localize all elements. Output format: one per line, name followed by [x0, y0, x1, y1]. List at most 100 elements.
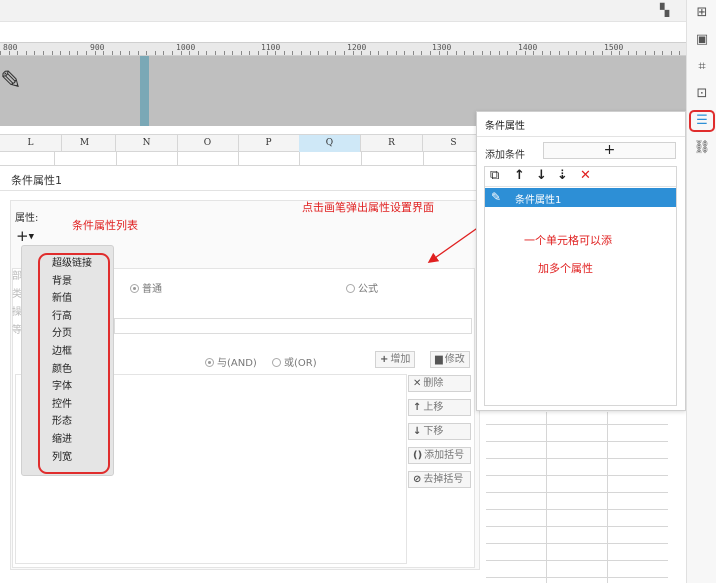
ruler-tick — [610, 51, 612, 55]
pencil-icon[interactable]: ✎ — [491, 190, 501, 204]
menu-item-indent[interactable]: 缩进 — [40, 431, 108, 449]
column-header-selected[interactable]: Q — [299, 135, 361, 152]
radio-dot — [346, 284, 355, 293]
ruler-tick — [60, 51, 62, 55]
ruler-tick — [111, 51, 113, 55]
arrow-up-icon: ↑ — [413, 402, 422, 413]
arrow-up-icon[interactable]: ↑ — [514, 168, 525, 183]
column-header[interactable]: P — [238, 135, 300, 152]
menu-item-new-value[interactable]: 新值 — [40, 290, 108, 308]
annotation-multi-2: 加多个属性 — [538, 262, 593, 275]
ruler-label: 1200 — [347, 43, 367, 52]
menu-item-widget[interactable]: 控件 — [40, 396, 108, 414]
menu-item-page-break[interactable]: 分页 — [40, 325, 108, 343]
ruler-tick — [120, 51, 122, 55]
props-title: 条件属性 — [485, 121, 525, 132]
link-icon[interactable]: ⛓ — [693, 139, 711, 157]
move-down-button[interactable]: ↓ 下移 — [408, 423, 471, 440]
radio-and[interactable]: 与(AND) — [205, 354, 257, 369]
ruler-tick — [679, 51, 681, 55]
cell-attr-icon[interactable]: ⊞ — [693, 4, 711, 22]
column-header[interactable]: L — [0, 135, 62, 152]
ruler-tick — [154, 51, 156, 55]
radio-formula[interactable]: 公式 — [346, 280, 378, 295]
ruler-tick — [550, 51, 552, 55]
arrow-down-icon: ↓ — [413, 426, 422, 437]
column-header[interactable]: R — [361, 135, 423, 152]
grid-row[interactable] — [0, 152, 480, 166]
ruler-tick — [17, 51, 19, 55]
column-header[interactable]: O — [177, 135, 239, 152]
ruler-tick — [602, 51, 603, 55]
ruler-tick — [197, 51, 199, 55]
ruler-tick — [249, 51, 251, 55]
add-attr-button[interactable]: +▼ — [16, 228, 44, 246]
ruler-tick — [335, 51, 337, 55]
button-label: 增加 — [390, 354, 411, 365]
ruler-tick — [266, 51, 268, 55]
delete-icon[interactable]: ✕ — [580, 168, 591, 183]
remove-paren-button[interactable]: ⊘ 去掉括号 — [408, 471, 471, 488]
radio-normal[interactable]: 普通 — [130, 280, 162, 295]
divider — [0, 190, 480, 191]
radio-label: 公式 — [358, 284, 378, 295]
widget-icon[interactable]: ▣ — [693, 31, 711, 49]
value-input[interactable] — [114, 318, 472, 334]
delete-button[interactable]: ✕ 删除 — [408, 375, 471, 392]
menu-item-background[interactable]: 背景 — [40, 273, 108, 291]
ruler-tick — [576, 51, 578, 55]
ruler-tick — [86, 51, 87, 55]
ruler-tick — [68, 51, 70, 55]
ruler-tick — [662, 51, 664, 55]
radio-label: 普通 — [142, 284, 162, 295]
pencil-icon[interactable]: ✎ — [0, 66, 22, 96]
ruler-tick — [430, 51, 431, 55]
element-icon[interactable]: ⊡ — [693, 85, 711, 103]
radio-or[interactable]: 或(OR) — [272, 354, 317, 369]
menu-item-color[interactable]: 颜色 — [40, 361, 108, 379]
move-up-button[interactable]: ↑ 上移 — [408, 399, 471, 416]
props-list-item[interactable]: ✎ 条件属性1 — [485, 188, 676, 207]
menu-item-shape[interactable]: 形态 — [40, 413, 108, 431]
add-condition-button[interactable]: + 增加 — [375, 351, 416, 368]
column-header[interactable]: N — [116, 135, 178, 152]
ruler-tick — [77, 51, 79, 55]
format-painter-icon[interactable]: ▚ — [660, 3, 669, 17]
menu-item-column-width[interactable]: 列宽 — [40, 449, 108, 467]
sort-icon[interactable]: ⇣ — [557, 168, 568, 183]
ruler-tick — [378, 51, 380, 55]
edit-condition-button[interactable]: ▆ 修改 — [430, 351, 470, 368]
ruler-label: 1500 — [604, 43, 624, 52]
ruler-tick — [619, 51, 621, 55]
button-label: 去掉括号 — [423, 474, 464, 485]
ruler-label: 1000 — [176, 43, 196, 52]
ruler-tick — [627, 51, 629, 55]
ruler-tick — [283, 51, 285, 55]
top-toolbar — [0, 0, 686, 22]
frame-icon[interactable]: ⌗ — [693, 58, 711, 76]
button-label: 下移 — [423, 426, 444, 437]
column-header[interactable]: M — [54, 135, 116, 152]
column-marker — [140, 56, 149, 126]
attr-dropdown-menu: 超级链接 背景 新值 行高 分页 边框 颜色 字体 控件 形态 缩进 列宽 — [21, 245, 114, 476]
add-condition-plus-button[interactable]: + — [543, 142, 676, 159]
ruler-tick — [369, 51, 371, 55]
arrow-down-icon[interactable]: ↓ — [536, 168, 547, 183]
menu-item-border[interactable]: 边框 — [40, 343, 108, 361]
sheet-grid[interactable] — [486, 412, 668, 583]
menu-item-font[interactable]: 字体 — [40, 378, 108, 396]
menu-item-row-height[interactable]: 行高 — [40, 308, 108, 326]
add-condition-label: 添加条件 — [485, 150, 525, 161]
ruler-tick — [318, 51, 320, 55]
ruler-tick — [51, 51, 53, 55]
close-icon: ✕ — [413, 378, 422, 389]
add-paren-button[interactable]: () 添加括号 — [408, 447, 471, 464]
ruler-tick — [172, 51, 173, 55]
ruler-tick — [412, 51, 414, 55]
menu-item-hyperlink[interactable]: 超级链接 — [40, 255, 108, 273]
ruler-tick — [94, 51, 96, 55]
copy-icon[interactable]: ⧉ — [490, 168, 499, 183]
chevron-down-icon: ▼ — [28, 232, 34, 241]
ruler-tick — [438, 51, 440, 55]
button-label: 修改 — [444, 354, 465, 365]
